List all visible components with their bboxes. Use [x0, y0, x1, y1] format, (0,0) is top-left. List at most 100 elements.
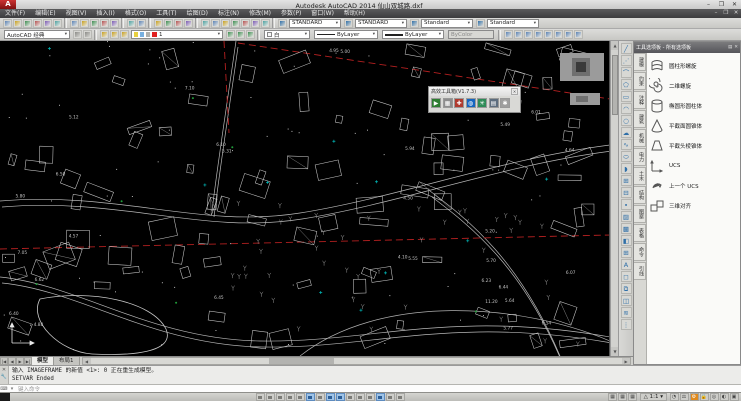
redo-icon[interactable]: [137, 19, 146, 28]
ortho-mode-toggle[interactable]: [286, 393, 295, 401]
designcenter-icon[interactable]: [211, 19, 220, 28]
chevron-down-icon[interactable]: ▾: [370, 32, 375, 37]
copy-icon[interactable]: [80, 19, 89, 28]
model-space-button[interactable]: ▦: [608, 393, 617, 401]
undo-icon[interactable]: [127, 19, 136, 28]
block-editor-icon[interactable]: [110, 19, 119, 28]
make-block-icon[interactable]: ⊟: [621, 187, 632, 198]
annotation-visibility-button[interactable]: ◔: [670, 393, 679, 401]
maximize-button[interactable]: ❐: [715, 0, 728, 9]
lock-icon[interactable]: [146, 32, 150, 37]
layer-properties-icon[interactable]: [100, 30, 109, 39]
palette-close-icon[interactable]: ✕: [734, 45, 738, 50]
command-recent-arrow-icon[interactable]: ▾: [8, 386, 16, 392]
menu-item-8[interactable]: 标注(N): [213, 9, 244, 18]
save-workspace-icon[interactable]: [83, 30, 92, 39]
freeze-icon[interactable]: [140, 32, 144, 37]
quickcalc-icon[interactable]: [251, 19, 260, 28]
doc-close-icon[interactable]: ✕: [731, 9, 741, 18]
chevron-down-icon[interactable]: ▾: [465, 21, 470, 26]
attr-sync-icon[interactable]: [534, 30, 543, 39]
workspace-dropdown[interactable]: AutoCAD 经典▾: [4, 30, 70, 39]
palette-item-8[interactable]: 三维对齐: [649, 196, 738, 216]
region-icon[interactable]: ◧: [621, 235, 632, 246]
update-icon[interactable]: [564, 30, 573, 39]
dim-style-icon[interactable]: [344, 19, 353, 28]
canvas-vertical-scrollbar[interactable]: ▲ ▼: [610, 41, 618, 356]
plugin-toolbox-window[interactable]: 高效工具箱(V1.7.3) ✕ ▶▦✚◍✳▤✱: [428, 86, 521, 113]
command-input-row[interactable]: ⌨ ▾ 键入命令: [0, 384, 741, 392]
palette-tab-3[interactable]: 注释: [634, 91, 646, 109]
palette-tab-4[interactable]: 建筑: [634, 110, 646, 128]
make-object-layer-current-icon[interactable]: [226, 30, 235, 39]
table-style-icon[interactable]: [410, 19, 419, 28]
isolate-objects-button[interactable]: ◐: [720, 393, 729, 401]
chevron-down-icon[interactable]: ▾: [436, 32, 441, 37]
show-lineweight-toggle[interactable]: [356, 393, 365, 401]
copy-icon[interactable]: ⧉: [621, 283, 632, 294]
hatch-icon[interactable]: ▨: [621, 211, 632, 222]
layers-tool-icon[interactable]: ▤: [489, 98, 499, 108]
tab-next-icon[interactable]: ▶: [16, 357, 24, 365]
plot-icon[interactable]: [33, 19, 42, 28]
table-icon[interactable]: ⊞: [621, 247, 632, 258]
command-tools-icon[interactable]: 🔧: [1, 374, 7, 381]
plugin-toolbox-titlebar[interactable]: 高效工具箱(V1.7.3) ✕: [429, 87, 520, 96]
toolbar-lock-button[interactable]: 🔒: [700, 393, 709, 401]
chevron-down-icon[interactable]: ▾: [62, 32, 67, 37]
object-snap-tracking-toggle[interactable]: [326, 393, 335, 401]
dynamic-input-toggle[interactable]: [346, 393, 355, 401]
linetype-dropdown[interactable]: ByLayer▾: [314, 30, 378, 39]
palette-tab-5[interactable]: 机械: [634, 129, 646, 147]
mleader-style-icon[interactable]: [476, 19, 485, 28]
command-close-icon[interactable]: ✕: [2, 367, 6, 374]
quick-view-drawings-button[interactable]: ▦: [628, 393, 637, 401]
revision-cloud-icon[interactable]: ☁: [621, 127, 632, 138]
tab-first-icon[interactable]: |◀: [0, 357, 8, 365]
command-history-lines[interactable]: 输入 IMAGEFRAME 的新值 <1>: 0 正在重生成模型。 SETVAR…: [9, 366, 741, 384]
quick-properties-toggle[interactable]: [376, 393, 385, 401]
autoscale-button[interactable]: ⚖: [680, 393, 689, 401]
menu-item-12[interactable]: 帮助(H): [339, 9, 370, 18]
tab-prev-icon[interactable]: ◀: [8, 357, 16, 365]
zoom-window-icon[interactable]: [174, 19, 183, 28]
settings-tool-icon[interactable]: ✱: [500, 98, 510, 108]
hardware-accel-button[interactable]: ◎: [710, 393, 719, 401]
circle-icon[interactable]: ○: [621, 115, 632, 126]
chevron-down-icon[interactable]: ▾: [399, 21, 404, 26]
match-properties-icon[interactable]: [100, 19, 109, 28]
menu-item-2[interactable]: 编辑(E): [30, 9, 60, 18]
publish-icon[interactable]: [53, 19, 62, 28]
annotation-monitor-toggle[interactable]: [396, 393, 405, 401]
palette-tab-6[interactable]: 电力: [634, 148, 646, 166]
ellipse-icon[interactable]: ⬭: [621, 151, 632, 162]
close-button[interactable]: ✕: [728, 0, 741, 9]
scroll-right-icon[interactable]: ▶: [622, 358, 630, 364]
dynamic-ucs-toggle[interactable]: [336, 393, 345, 401]
palette-item-6[interactable]: UCS: [649, 156, 738, 176]
mirror-icon[interactable]: ◫: [621, 295, 632, 306]
multiline-text-icon[interactable]: A: [621, 259, 632, 270]
workspace-settings-icon[interactable]: [73, 30, 82, 39]
rectangle-icon[interactable]: ▭: [621, 91, 632, 102]
layer-previous2-icon[interactable]: [246, 30, 255, 39]
ellipse-arc-icon[interactable]: ◗: [621, 163, 632, 174]
palette-tab-7[interactable]: 土木: [634, 167, 646, 185]
menu-item-3[interactable]: 视图(V): [61, 9, 92, 18]
infer-constraints-toggle[interactable]: [256, 393, 265, 401]
gradient-icon[interactable]: ▩: [621, 223, 632, 234]
tab-last-icon[interactable]: ▶|: [24, 357, 32, 365]
clean-screen-button[interactable]: ▣: [730, 393, 739, 401]
construction-line-icon[interactable]: ⋰: [621, 55, 632, 66]
palette-tab-1[interactable]: 建模: [634, 53, 646, 71]
point-icon[interactable]: ∙: [621, 199, 632, 210]
menu-item-9[interactable]: 修改(M): [244, 9, 276, 18]
3d-object-snap-toggle[interactable]: [316, 393, 325, 401]
selection-cycling-toggle[interactable]: [386, 393, 395, 401]
table-style-dropdown[interactable]: Standard▾: [421, 19, 473, 28]
menu-item-10[interactable]: 参数(P): [276, 9, 306, 18]
palette-tab-8[interactable]: 结构: [634, 186, 646, 204]
quickcalc2-icon[interactable]: [544, 30, 553, 39]
line-icon[interactable]: ╱: [621, 43, 632, 54]
app-menu-button[interactable]: A: [0, 0, 16, 9]
